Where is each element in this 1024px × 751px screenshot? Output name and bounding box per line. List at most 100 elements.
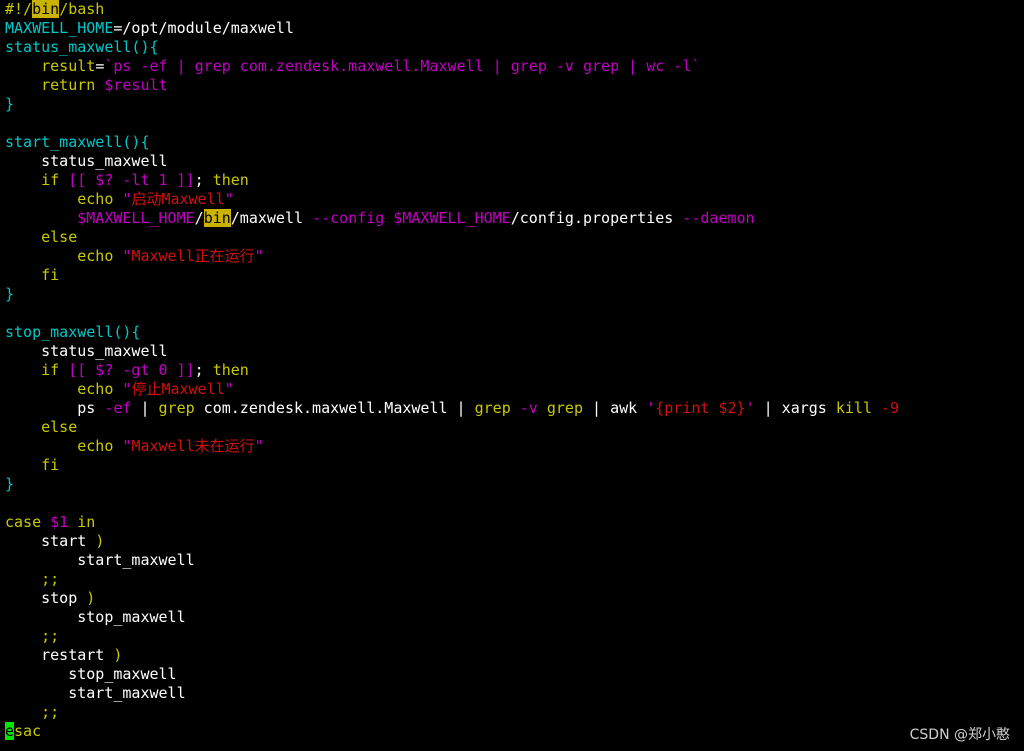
code-line: MAXWELL_HOME=/opt/module/maxwell: [5, 19, 1020, 38]
code-token: stop_maxwell: [5, 665, 177, 683]
code-line: start_maxwell(){: [5, 133, 1020, 152]
code-line: start_maxwell: [5, 684, 1020, 703]
code-token: status_maxwell: [5, 152, 168, 170]
code-line: stop_maxwell: [5, 608, 1020, 627]
code-token: then: [203, 171, 249, 189]
code-token: restart: [5, 646, 114, 664]
code-token: in: [77, 513, 96, 531]
code-token: else: [41, 228, 78, 246]
code-token: ;: [194, 171, 204, 189]
code-token: start_maxwell: [5, 551, 195, 569]
code-token: ): [113, 646, 123, 664]
code-token: ": [254, 247, 264, 265]
code-line: ;;: [5, 703, 1020, 722]
code-token: status_maxwell(){: [5, 38, 159, 56]
code-token: |: [131, 399, 159, 417]
code-token: start_maxwell(){: [5, 133, 150, 151]
code-token: {print $2}: [655, 399, 746, 417]
code-token: stop_maxwell(){: [5, 323, 141, 341]
code-token: status_maxwell: [5, 342, 168, 360]
code-token: echo: [77, 380, 114, 398]
code-token: }: [5, 285, 15, 303]
code-token: if: [41, 361, 60, 379]
code-line: start ): [5, 532, 1020, 551]
code-token: =/opt/module/maxwell: [113, 19, 294, 37]
code-token: ps: [5, 399, 105, 417]
code-line: ;;: [5, 627, 1020, 646]
code-line: restart ): [5, 646, 1020, 665]
code-token: /: [194, 209, 204, 227]
code-line: $MAXWELL_HOME/bin/maxwell --config $MAXW…: [5, 209, 1020, 228]
code-token: stop: [5, 589, 87, 607]
code-token: if: [41, 171, 60, 189]
code-line: status_maxwell: [5, 152, 1020, 171]
code-token: fi: [41, 266, 60, 284]
code-line: echo "Maxwell正在运行": [5, 247, 1020, 266]
code-line: ;;: [5, 570, 1020, 589]
code-token: `ps -ef | grep com.zendesk.maxwell.Maxwe…: [104, 57, 701, 75]
code-token: $1: [50, 513, 69, 531]
code-token: ": [224, 380, 234, 398]
code-line: }: [5, 475, 1020, 494]
code-token: | xargs: [754, 399, 836, 417]
code-token: grep: [474, 399, 511, 417]
code-token: ;;: [41, 627, 60, 645]
code-token: MAXWELL_HOME: [5, 19, 114, 37]
code-token: #!/: [5, 0, 33, 18]
code-line: ps -ef | grep com.zendesk.maxwell.Maxwel…: [5, 399, 1020, 418]
code-token: --config: [312, 209, 385, 227]
code-token: -9: [881, 399, 900, 417]
code-token: ;: [194, 361, 204, 379]
search-match: bin: [203, 209, 231, 227]
code-token: ): [95, 532, 105, 550]
code-line: }: [5, 95, 1020, 114]
code-token: $MAXWELL_HOME: [393, 209, 511, 227]
code-token: echo: [77, 437, 114, 455]
code-line: if [[ $? -gt 0 ]]; then: [5, 361, 1020, 380]
code-token: grep: [158, 399, 195, 417]
code-token: /config.properties: [510, 209, 683, 227]
code-token: echo: [77, 247, 114, 265]
code-line: echo "停止Maxwell": [5, 380, 1020, 399]
code-token: grep: [546, 399, 583, 417]
code-token: }: [5, 475, 15, 493]
code-line: #!/bin/bash: [5, 0, 1020, 19]
code-token: ": [224, 190, 234, 208]
code-token: echo: [77, 190, 114, 208]
code-token: | awk: [583, 399, 647, 417]
code-line: status_maxwell(){: [5, 38, 1020, 57]
code-token: com.zendesk.maxwell.Maxwell |: [194, 399, 475, 417]
code-token: ': [646, 399, 656, 417]
code-line: start_maxwell: [5, 551, 1020, 570]
code-line: status_maxwell: [5, 342, 1020, 361]
code-token: case: [5, 513, 42, 531]
code-token: stop_maxwell: [5, 608, 186, 626]
code-line: fi: [5, 456, 1020, 475]
code-line: stop_maxwell(){: [5, 323, 1020, 342]
code-editor[interactable]: #!/bin/bash MAXWELL_HOME=/opt/module/maxw…: [5, 0, 1020, 741]
code-line: else: [5, 418, 1020, 437]
code-token: ': [745, 399, 755, 417]
csdn-watermark: CSDN @郑小憨: [909, 727, 1010, 743]
code-line: case $1 in: [5, 513, 1020, 532]
code-line: esac: [5, 722, 1020, 741]
code-token: $result: [104, 76, 168, 94]
code-token: start: [5, 532, 96, 550]
code-token: }: [5, 95, 15, 113]
